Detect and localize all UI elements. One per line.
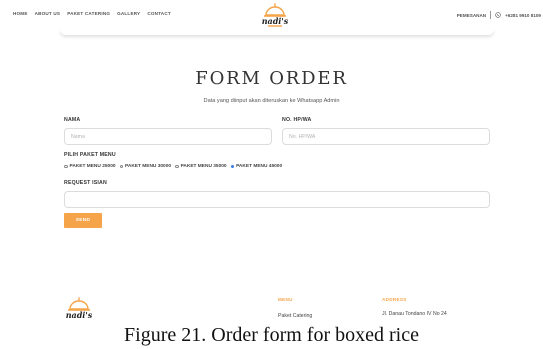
paket-option-30000[interactable]: PAKET MENU 30000 [119, 164, 172, 169]
whatsapp-icon[interactable] [495, 12, 501, 18]
nav-paket-catering[interactable]: PAKET CATERING [67, 11, 110, 16]
paket-radio-group: PAKET MENU 25000 PAKET MENU 30000 PAKET … [64, 164, 282, 169]
svg-text:nadi's: nadi's [66, 310, 93, 319]
footer-menu-heading: MENU [278, 297, 293, 302]
site-header: HOME ABOUT US PAKET CATERING GALLERY CON… [0, 0, 543, 30]
radio-button[interactable] [64, 164, 68, 169]
radio-button[interactable] [175, 164, 179, 169]
paket-option-45000[interactable]: PAKET MENU 45000 [230, 164, 283, 169]
paket-option-label: PAKET MENU 45000 [236, 164, 283, 169]
nav-divider [490, 11, 492, 19]
paket-option-35000[interactable]: PAKET MENU 35000 [175, 164, 227, 169]
figure-caption: Figure 21. Order form for boxed rice [0, 322, 543, 349]
paket-option-label: PAKET MENU 35000 [180, 164, 227, 169]
paket-label: PILIH PAKET MENU [64, 152, 116, 158]
nav-about-us[interactable]: ABOUT US [35, 11, 61, 16]
svg-text:nadi's: nadi's [262, 16, 289, 26]
paket-option-25000[interactable]: PAKET MENU 25000 [64, 164, 116, 169]
nav-gallery[interactable]: GALLERY [117, 11, 140, 16]
brand-logo[interactable]: nadi's [259, 2, 291, 28]
nav-pemesanan[interactable]: PEMESANAN [457, 13, 486, 18]
header-contact: PEMESANAN +6281 9910 8109 [457, 11, 541, 19]
request-label: REQUEST ISIAN [64, 180, 107, 186]
hp-input[interactable] [282, 128, 490, 145]
paket-option-label: PAKET MENU 25000 [69, 164, 116, 169]
nama-label: NAMA [64, 117, 81, 123]
footer-address-text: Jl. Danau Tondano IV No 24 [382, 311, 447, 317]
paket-option-label: PAKET MENU 30000 [125, 164, 172, 169]
footer-logo[interactable]: nadi's [64, 296, 94, 319]
radio-button-selected[interactable] [230, 164, 235, 169]
radio-button[interactable] [119, 164, 124, 169]
form-title: FORM ORDER [195, 68, 348, 89]
footer-address-heading: ADDRESS [382, 297, 407, 302]
send-button[interactable]: SEND [64, 213, 102, 228]
form-subtitle: Data yang diinput akan diteruskan ke Wha… [203, 98, 340, 104]
nav-contact[interactable]: CONTACT [147, 11, 171, 16]
request-input[interactable] [64, 191, 490, 208]
hp-label: NO. HP/WA [282, 117, 312, 123]
main-nav: HOME ABOUT US PAKET CATERING GALLERY CON… [13, 11, 171, 16]
footer-menu-item[interactable]: Paket Catering [278, 313, 312, 319]
nama-input[interactable] [64, 128, 272, 145]
phone-number[interactable]: +6281 9910 8109 [505, 13, 541, 18]
nav-home[interactable]: HOME [13, 11, 28, 16]
header-dropdown-shadow [60, 29, 494, 35]
